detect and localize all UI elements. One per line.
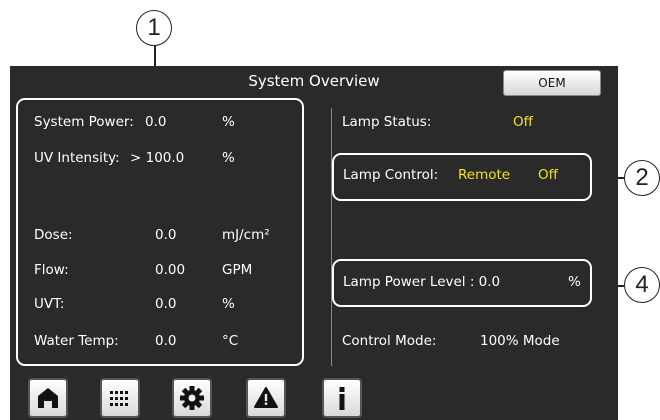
control-mode-label: Control Mode: [342, 333, 437, 349]
uv-intensity-label: UV Intensity: [34, 150, 120, 166]
lamp-control-state[interactable]: Off [538, 167, 558, 183]
callout-1: 1 [136, 10, 172, 46]
flow-unit: GPM [222, 262, 253, 278]
uvt-label: UVT: [34, 296, 65, 312]
flow-value: 0.00 [155, 262, 186, 278]
oem-button[interactable]: OEM [503, 70, 601, 96]
flow-label: Flow: [34, 262, 69, 278]
water-temp-label: Water Temp: [34, 333, 119, 349]
hmi-screen: System Overview OEM System Power: 0.0 % … [10, 66, 618, 420]
info-button[interactable] [322, 378, 362, 418]
uv-intensity-unit: % [222, 150, 235, 166]
settings-button[interactable] [172, 378, 212, 418]
lamp-power-label: Lamp Power Level : 0.0 [343, 274, 501, 290]
home-button[interactable] [28, 378, 68, 418]
alarm-button[interactable] [246, 378, 286, 418]
callout-2: 2 [624, 160, 660, 196]
gear-icon [180, 386, 204, 410]
lamp-status-label: Lamp Status: [342, 114, 432, 130]
uv-intensity-value: > 100.0 [130, 150, 185, 166]
keypad-icon [110, 391, 128, 406]
info-icon [339, 387, 345, 410]
home-icon [38, 388, 58, 408]
water-temp-value: 0.0 [155, 333, 177, 349]
lamp-status-value: Off [513, 114, 533, 130]
dose-value: 0.0 [155, 227, 177, 243]
lamp-control-mode[interactable]: Remote [458, 167, 510, 183]
water-temp-unit: °C [222, 333, 239, 349]
dose-unit: mJ/cm² [222, 227, 270, 243]
dose-label: Dose: [34, 227, 73, 243]
panel-divider [331, 108, 332, 366]
system-power-unit: % [222, 114, 235, 130]
uvt-unit: % [222, 296, 235, 312]
system-power-value: 0.0 [145, 114, 167, 130]
lamp-power-unit: % [568, 274, 581, 290]
warning-icon [254, 387, 278, 408]
lamp-control-label: Lamp Control: [343, 167, 439, 183]
uvt-value: 0.0 [155, 296, 177, 312]
control-mode-value: 100% Mode [480, 333, 560, 349]
system-power-label: System Power: [34, 114, 134, 130]
callout-4: 4 [624, 267, 660, 303]
keypad-button[interactable] [100, 378, 140, 418]
